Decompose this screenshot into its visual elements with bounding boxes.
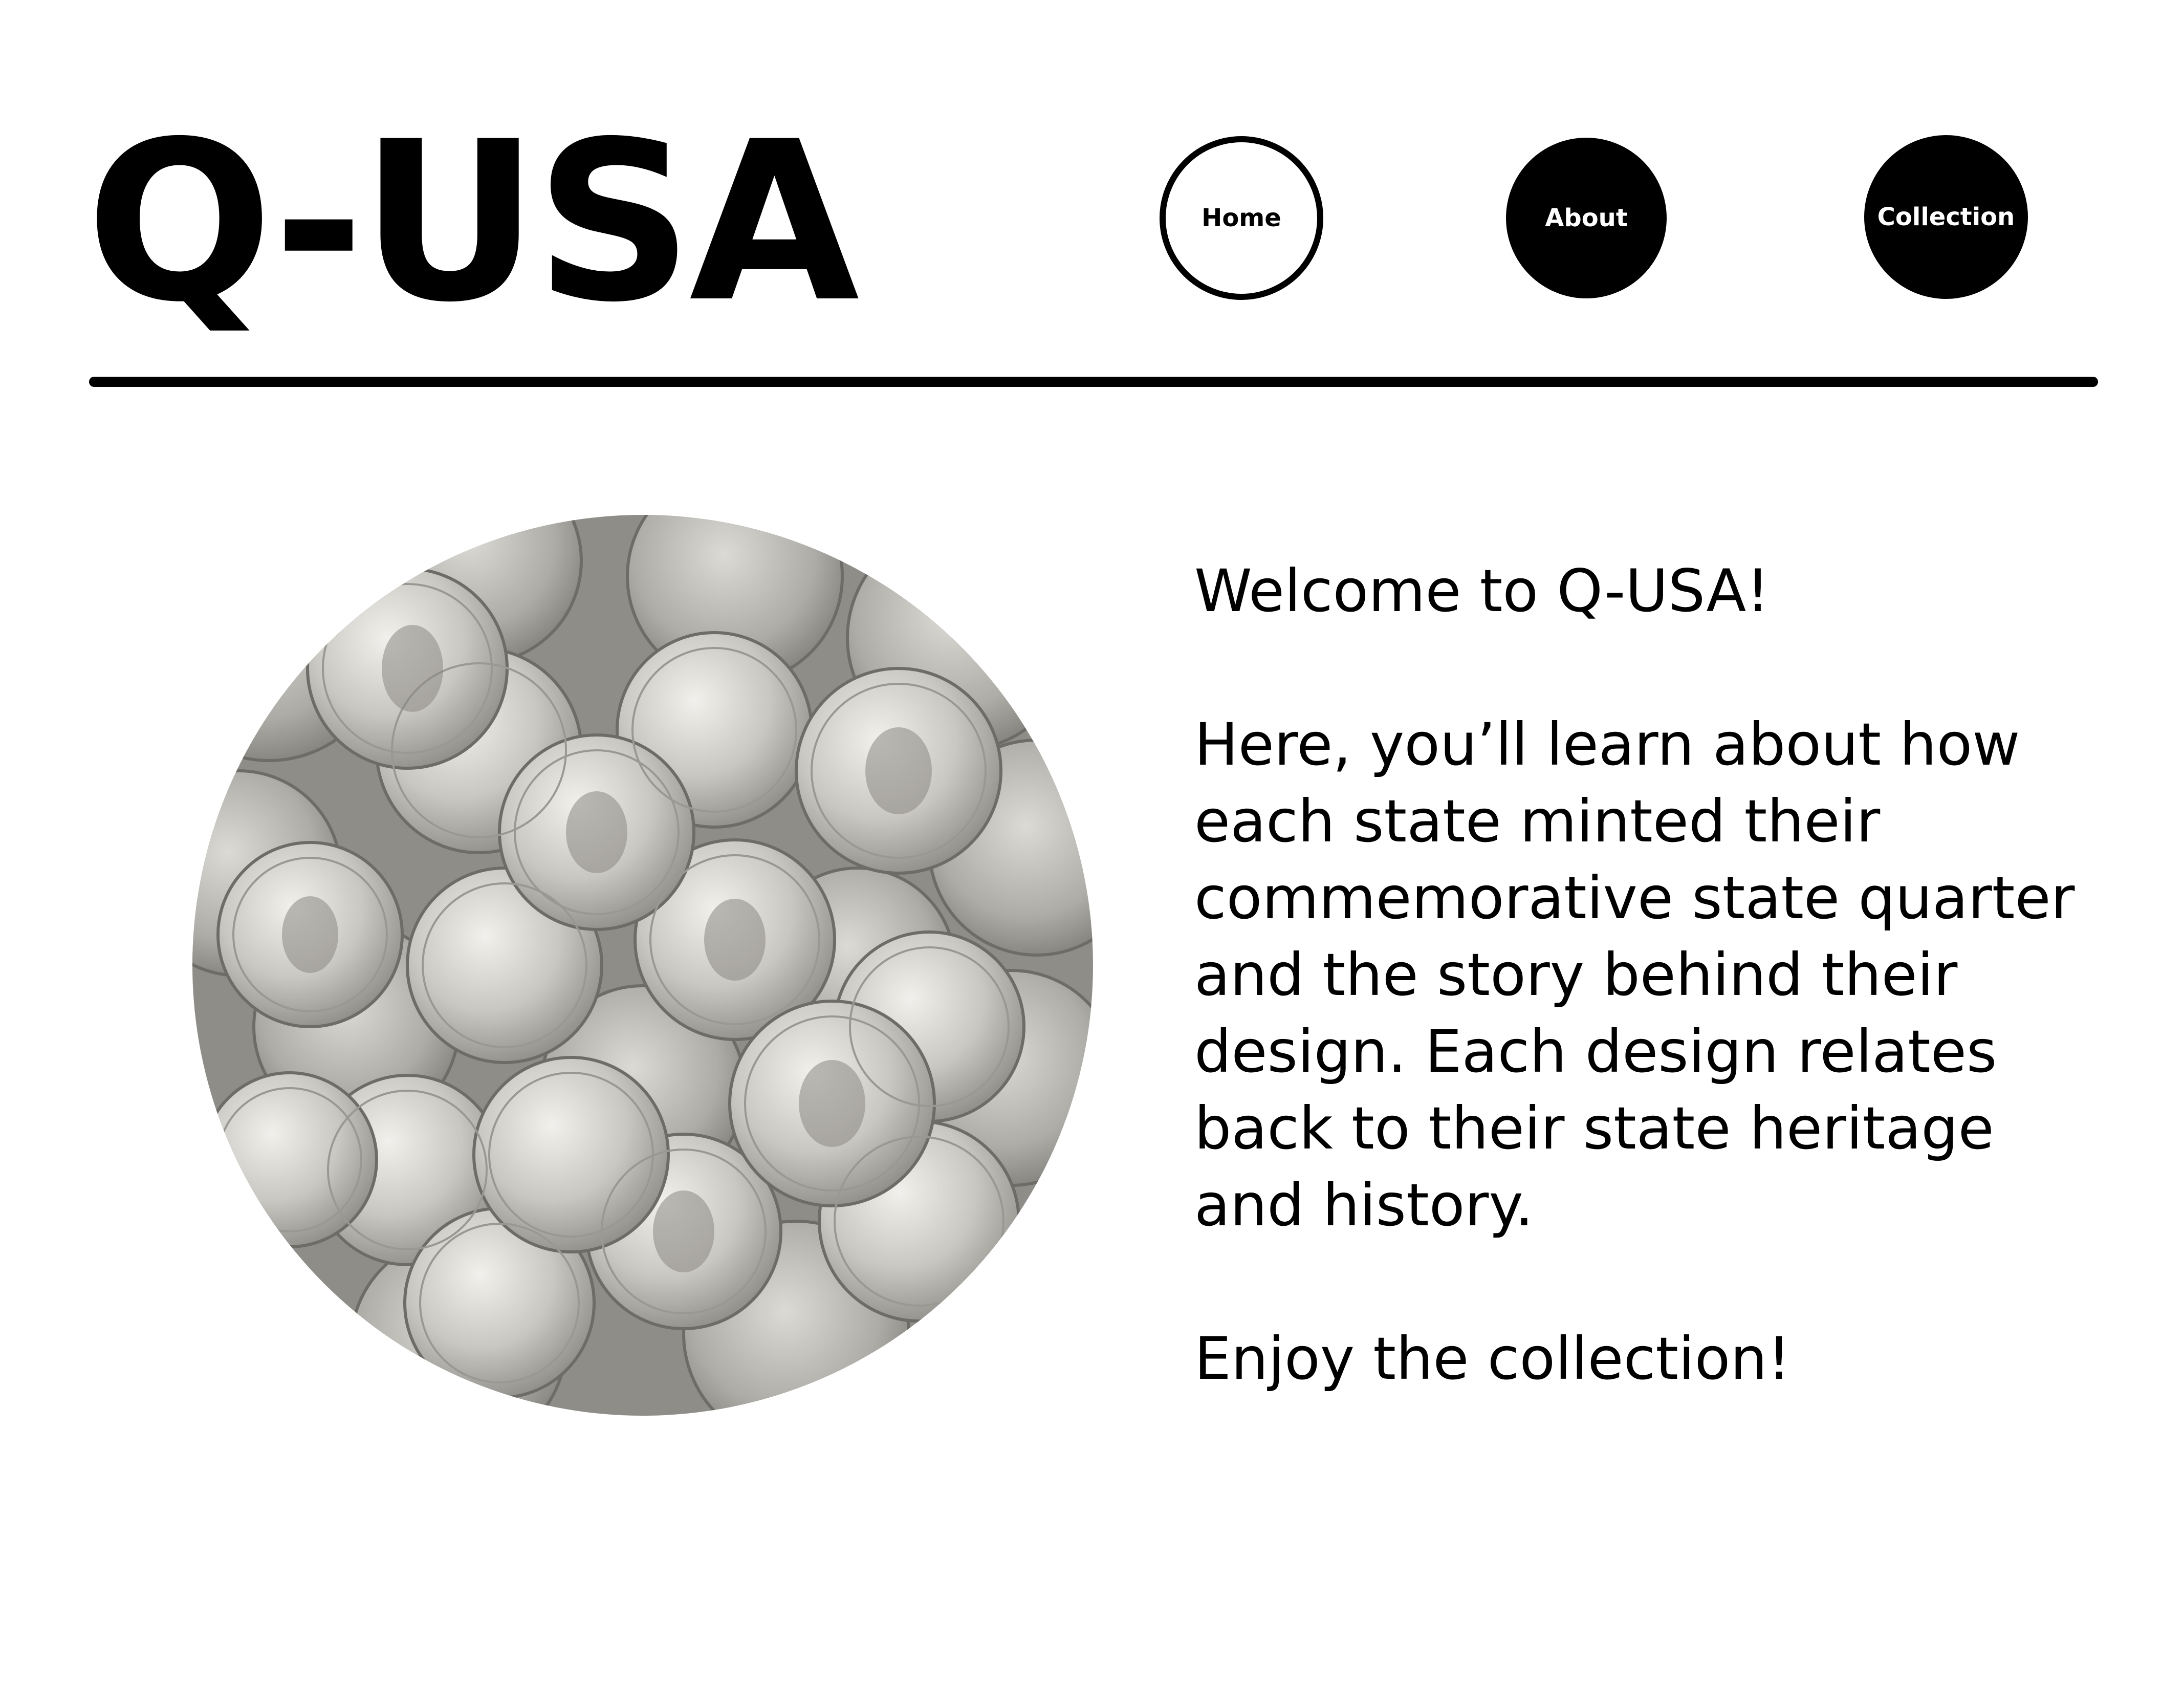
welcome-heading: Welcome to Q-USA! xyxy=(1194,557,1770,625)
site-logo[interactable]: Q-USA xyxy=(86,113,860,333)
intro-text: Welcome to Q-USA! Here, you’ll learn abo… xyxy=(1194,553,2095,1397)
closing-line: Enjoy the collection! xyxy=(1194,1325,1791,1393)
coins-photo xyxy=(192,515,1093,1416)
coins-illustration xyxy=(192,515,1093,1416)
nav-home-button[interactable]: Home xyxy=(1160,136,1323,300)
nav-about-button[interactable]: About xyxy=(1506,138,1667,298)
intro-paragraph: Here, you’ll learn about how each state … xyxy=(1194,710,2075,1239)
header-divider xyxy=(89,377,2098,387)
nav-collection-button[interactable]: Collection xyxy=(1864,135,2028,299)
